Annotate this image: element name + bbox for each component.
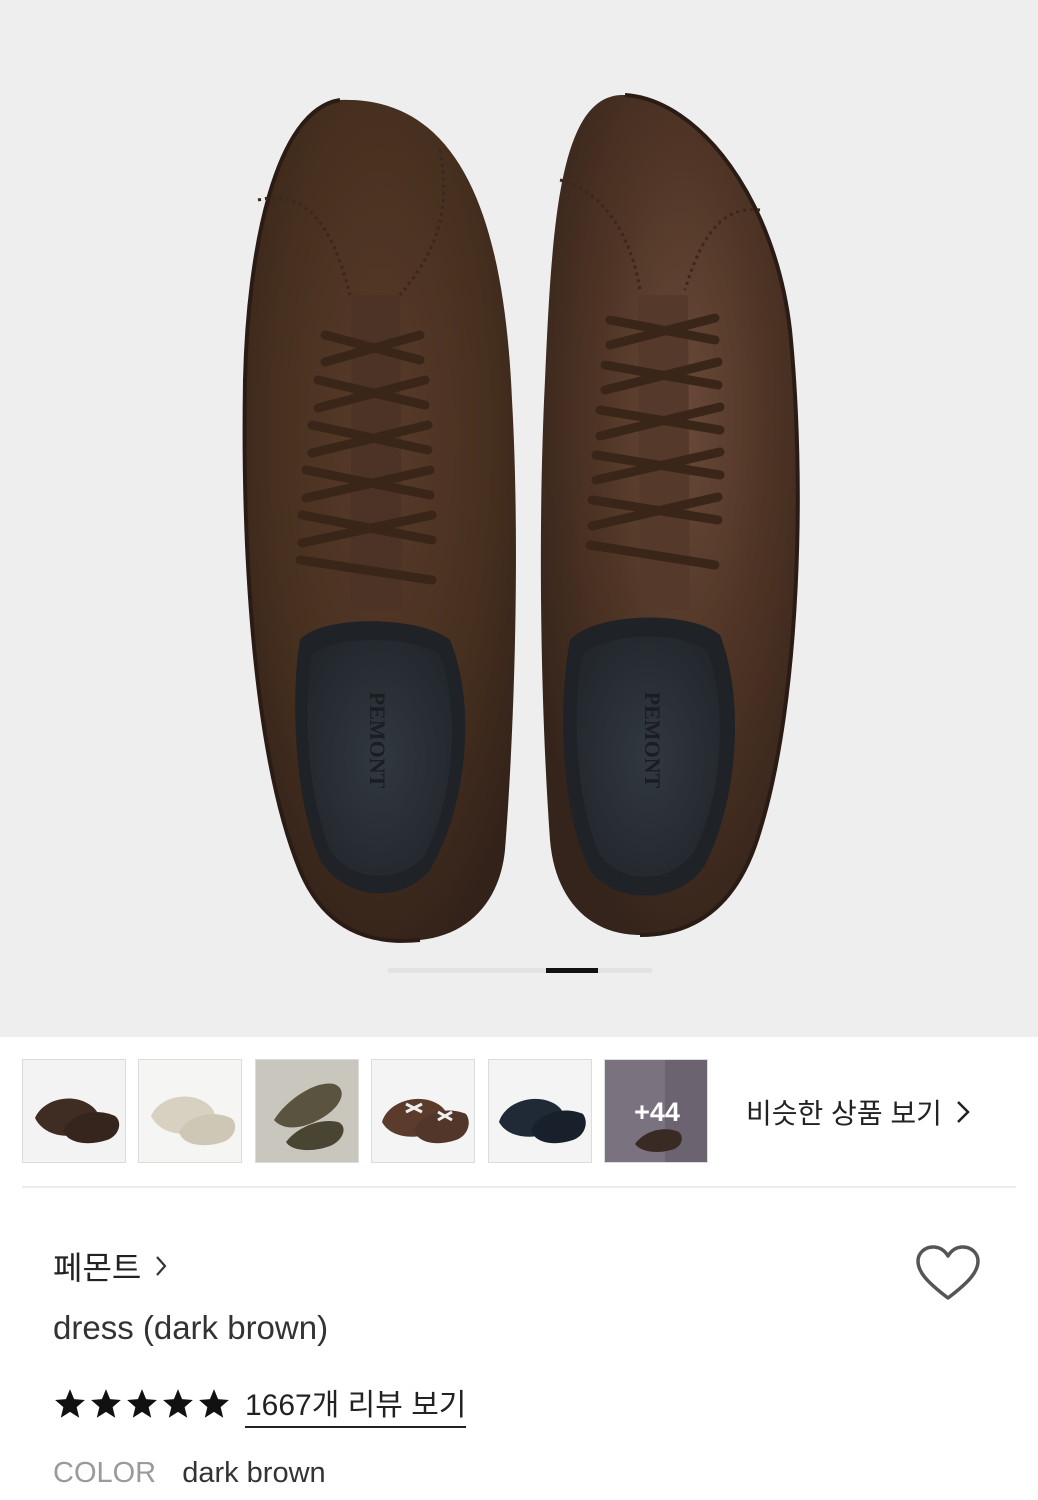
thumbnail-navy[interactable] — [488, 1059, 592, 1163]
heart-icon — [916, 1245, 980, 1300]
product-title: dress (dark brown) — [53, 1309, 329, 1346]
thumbnail-more[interactable]: +44 — [604, 1059, 708, 1163]
color-value: dark brown — [182, 1457, 326, 1489]
brand-link[interactable]: 페몬트 — [53, 1243, 167, 1289]
gallery-pagination — [388, 968, 652, 973]
similar-products-link[interactable]: 비슷한 상품 보기 — [746, 1092, 970, 1132]
star-icon — [91, 1389, 121, 1418]
gallery-pagination-active — [546, 968, 598, 973]
color-label: COLOR — [53, 1457, 157, 1489]
thumbnail-dark-brown[interactable] — [22, 1059, 126, 1163]
insole-logo-right: PEMONT — [640, 692, 665, 789]
thumbnail-brown-white-laces[interactable] — [371, 1059, 475, 1163]
similar-products-label: 비슷한 상품 보기 — [746, 1098, 942, 1129]
dark-brown-suede-sneakers-photo: PEMONT PEMONT — [242, 93, 800, 943]
wishlist-heart-button[interactable] — [915, 1244, 981, 1307]
product-image[interactable]: PEMONT PEMONT — [0, 0, 1038, 1037]
rating-row: 1667개 리뷰 보기 — [53, 1380, 467, 1428]
brand-name: 페몬트 — [53, 1250, 142, 1286]
chevron-right-icon — [957, 1101, 970, 1123]
reviews-link[interactable]: 1667개 리뷰 보기 — [245, 1380, 467, 1428]
thumbnail-beige[interactable] — [138, 1059, 242, 1163]
thumbnail-olive[interactable] — [255, 1059, 359, 1163]
rating-stars — [53, 1387, 231, 1421]
insole-logo-left: PEMONT — [365, 692, 390, 789]
star-icon — [55, 1389, 85, 1418]
color-info: COLOR dark brown — [53, 1457, 326, 1490]
left-shoe: PEMONT — [242, 98, 516, 943]
star-icon — [127, 1389, 157, 1418]
star-icon — [199, 1389, 229, 1418]
more-count-label: +44 — [634, 1096, 680, 1127]
right-shoe: PEMONT — [540, 93, 800, 937]
chevron-right-icon — [156, 1256, 167, 1276]
star-icon — [163, 1389, 193, 1418]
section-divider — [22, 1186, 1016, 1188]
